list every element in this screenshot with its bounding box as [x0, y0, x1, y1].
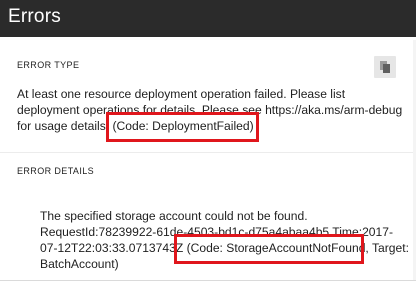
section-divider — [0, 152, 416, 153]
error-details-target: Target: — [371, 241, 409, 255]
error-details-timestamp: 07-12T22:03:33.0713743Z — [40, 241, 184, 255]
copy-icon — [380, 61, 390, 73]
storage-not-found-highlight — [174, 234, 364, 264]
error-type-usage-text: for usage details. — [17, 119, 110, 133]
error-details-line-1: The specified storage account could not … — [40, 209, 308, 223]
blade-title: Errors — [8, 6, 61, 27]
error-type-line-1: At least one resource deployment operati… — [17, 87, 346, 101]
deployment-failed-highlight — [106, 112, 259, 142]
error-details-line-4: BatchAccount) — [40, 257, 119, 271]
error-type-label: ERROR TYPE — [17, 60, 80, 70]
blade-header: Errors — [0, 0, 416, 37]
error-details-label: ERROR DETAILS — [17, 166, 95, 176]
copy-button[interactable] — [374, 56, 396, 78]
header-divider — [0, 37, 416, 40]
